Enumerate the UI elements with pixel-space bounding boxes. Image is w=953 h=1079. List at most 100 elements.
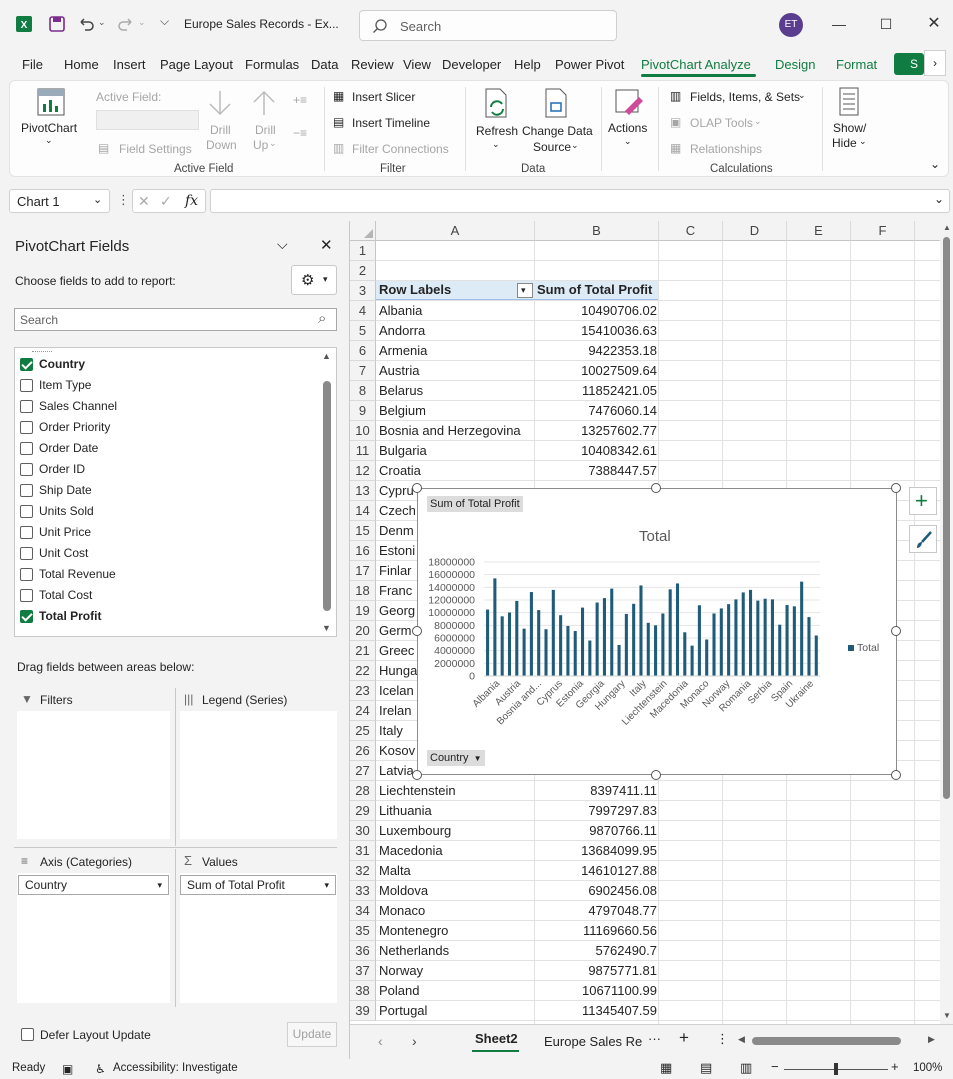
country-cell[interactable]: Portugal: [379, 1001, 427, 1021]
vertical-scrollbar[interactable]: ▲ ▼: [940, 221, 953, 1024]
country-cell[interactable]: Irelan: [379, 701, 412, 721]
vertical-scroll-thumb[interactable]: [943, 237, 950, 799]
country-cell[interactable]: Denm: [379, 521, 414, 541]
country-cell[interactable]: Liechtenstein: [379, 781, 456, 801]
insert-function-button[interactable]: fx: [185, 193, 198, 209]
field-checkbox[interactable]: [20, 547, 33, 560]
tab-developer[interactable]: Developer: [442, 57, 501, 72]
scroll-down-icon[interactable]: ▼: [322, 623, 331, 633]
fields-items-sets-button[interactable]: Fields, Items, & Sets: [690, 90, 800, 104]
tab-pivotchart-analyze[interactable]: PivotChart Analyze: [641, 57, 751, 72]
chart-resize-handle[interactable]: [412, 483, 422, 493]
row-labels-header[interactable]: Row Labels: [379, 280, 451, 300]
country-cell[interactable]: Monaco: [379, 901, 425, 921]
row-header[interactable]: 24: [350, 701, 376, 721]
save-icon[interactable]: [47, 14, 67, 34]
pane-options-chevron-icon[interactable]: ⌵: [277, 236, 288, 253]
page-layout-view-icon[interactable]: ▤: [700, 1060, 712, 1076]
show-hide-label-1[interactable]: Show/: [833, 121, 866, 135]
tab-file[interactable]: File: [22, 57, 43, 72]
profit-cell[interactable]: 11169660.56: [535, 921, 657, 941]
search-box[interactable]: Search: [359, 10, 617, 41]
country-cell[interactable]: Finlar: [379, 561, 412, 581]
field-settings-button[interactable]: Field Settings: [119, 142, 192, 156]
name-box[interactable]: Chart 1 ⌄: [9, 189, 110, 213]
change-data-label-2[interactable]: Source: [533, 140, 571, 154]
row-header[interactable]: 23: [350, 681, 376, 701]
row-header[interactable]: 22: [350, 661, 376, 681]
profit-cell[interactable]: 7997297.83: [535, 801, 657, 821]
row-header[interactable]: 13: [350, 481, 376, 501]
update-button[interactable]: Update: [287, 1022, 337, 1047]
fields-items-sets-dropdown-icon[interactable]: ⌄: [798, 90, 806, 101]
horizontal-scroll-thumb[interactable]: [752, 1037, 901, 1045]
row-header[interactable]: 25: [350, 721, 376, 741]
scroll-up-icon[interactable]: ▲: [322, 351, 331, 361]
chart-resize-handle[interactable]: [891, 626, 901, 636]
row-header[interactable]: 29: [350, 801, 376, 821]
drill-up-label-2[interactable]: Up: [253, 138, 268, 152]
row-header[interactable]: 20: [350, 621, 376, 641]
column-header-d[interactable]: D: [723, 221, 787, 241]
country-cell[interactable]: Norway: [379, 961, 423, 981]
drill-up-label-1[interactable]: Drill: [255, 123, 276, 137]
undo-icon[interactable]: [76, 14, 96, 34]
field-checkbox[interactable]: [20, 610, 33, 623]
insert-timeline-button[interactable]: Insert Timeline: [352, 116, 430, 130]
country-cell[interactable]: Luxembourg: [379, 821, 451, 841]
field-checkbox[interactable]: [20, 379, 33, 392]
field-search-input[interactable]: Search ⌕: [14, 308, 337, 331]
column-header-e[interactable]: E: [787, 221, 851, 241]
formula-bar-more-icon[interactable]: ⋮: [117, 192, 130, 208]
country-cell[interactable]: Cypru: [379, 481, 414, 501]
profit-cell[interactable]: 13684099.95: [535, 841, 657, 861]
chart-resize-handle[interactable]: [412, 770, 422, 780]
drill-up-dropdown-icon[interactable]: ⌄: [269, 138, 277, 149]
row-header[interactable]: 10: [350, 421, 376, 441]
legend-label[interactable]: Total: [857, 642, 879, 654]
chart-resize-handle[interactable]: [412, 626, 422, 636]
customize-toolbar-icon[interactable]: ⌵: [160, 14, 169, 29]
field-checkbox[interactable]: [20, 400, 33, 413]
sheet-options-icon[interactable]: ⋮: [716, 1031, 729, 1047]
filter-connections-button[interactable]: Filter Connections: [352, 142, 449, 156]
row-header[interactable]: 1: [350, 241, 376, 261]
axis-field-pill[interactable]: Country ▾: [18, 875, 169, 895]
share-button[interactable]: S: [894, 53, 924, 75]
undo-dropdown-icon[interactable]: ⌄: [98, 17, 106, 28]
row-header[interactable]: 14: [350, 501, 376, 521]
row-header[interactable]: 31: [350, 841, 376, 861]
minimize-button[interactable]: —: [827, 12, 851, 36]
close-pane-icon[interactable]: ✕: [320, 236, 333, 254]
country-cell[interactable]: Belarus: [379, 381, 423, 401]
country-cell[interactable]: Montenegro: [379, 921, 448, 941]
actions-button[interactable]: Actions: [608, 121, 647, 135]
profit-cell[interactable]: 10027509.64: [535, 361, 657, 381]
row-header[interactable]: 27: [350, 761, 376, 781]
collapse-field-icon[interactable]: −≡: [293, 126, 307, 140]
name-box-dropdown-icon[interactable]: ⌄: [93, 193, 102, 206]
tab-power-pivot[interactable]: Power Pivot: [555, 57, 624, 72]
profit-cell[interactable]: 7476060.14: [535, 401, 657, 421]
field-checkbox[interactable]: [20, 568, 33, 581]
country-cell[interactable]: Italy: [379, 721, 403, 741]
tab-review[interactable]: Review: [351, 57, 394, 72]
country-cell[interactable]: Andorra: [379, 321, 425, 341]
drill-down-label-2[interactable]: Down: [206, 138, 237, 152]
row-header[interactable]: 7: [350, 361, 376, 381]
profit-cell[interactable]: 10671100.99: [535, 981, 657, 1001]
olap-tools-dropdown-icon[interactable]: ⌄: [754, 116, 762, 127]
legend-area[interactable]: [180, 711, 337, 839]
values-field-pill[interactable]: Sum of Total Profit ▾: [180, 875, 336, 895]
pivotchart-button[interactable]: PivotChart: [21, 121, 77, 135]
row-header[interactable]: 4: [350, 301, 376, 321]
formula-input[interactable]: ⌄: [210, 189, 950, 213]
field-checkbox[interactable]: [20, 526, 33, 539]
row-header[interactable]: 38: [350, 981, 376, 1001]
maximize-button[interactable]: ☐: [874, 12, 898, 36]
country-cell[interactable]: Moldova: [379, 881, 428, 901]
field-checkbox[interactable]: [20, 484, 33, 497]
country-cell[interactable]: Malta: [379, 861, 411, 881]
profit-cell[interactable]: 7388447.57: [535, 461, 657, 481]
row-header[interactable]: 17: [350, 561, 376, 581]
